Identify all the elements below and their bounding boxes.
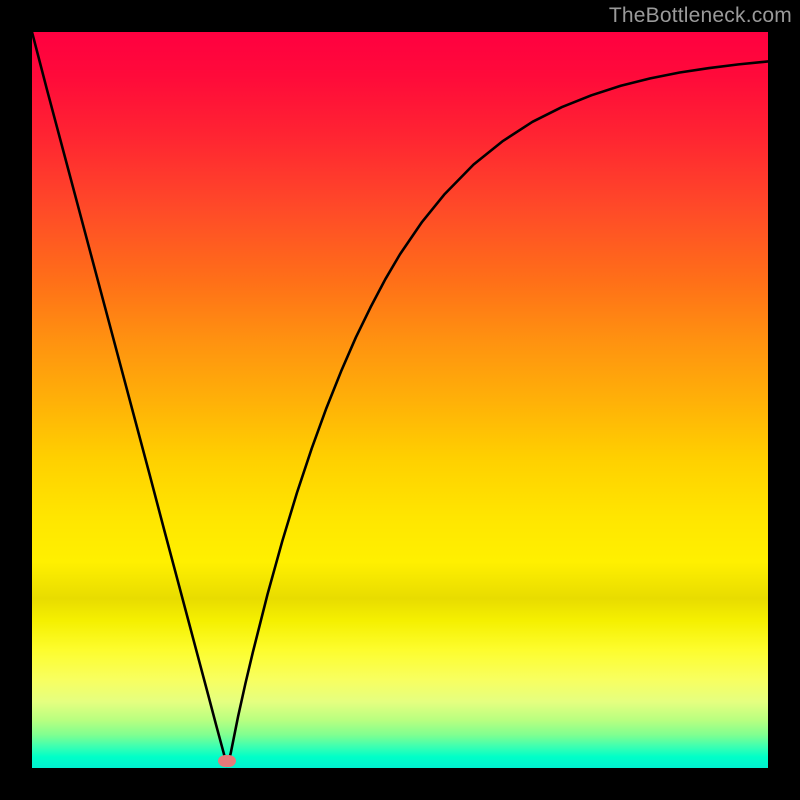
chart-canvas: TheBottleneck.com — [0, 0, 800, 800]
watermark-text: TheBottleneck.com — [609, 4, 792, 28]
bottleneck-curve — [32, 32, 768, 766]
plot-area — [32, 32, 768, 768]
minimum-marker — [218, 755, 236, 767]
curve-layer — [32, 32, 768, 768]
